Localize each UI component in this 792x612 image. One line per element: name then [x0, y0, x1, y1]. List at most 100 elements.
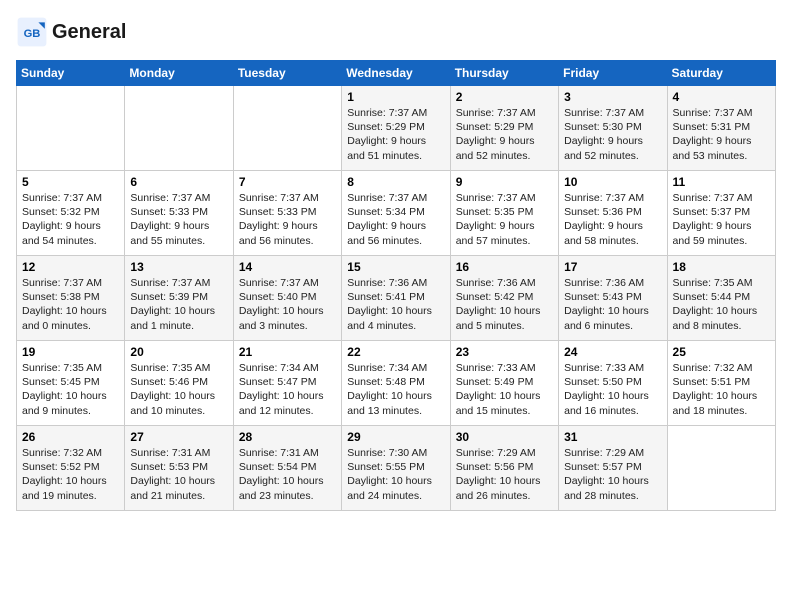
day-cell: 6Sunrise: 7:37 AM Sunset: 5:33 PM Daylig…: [125, 171, 233, 256]
day-number: 2: [456, 90, 553, 104]
day-number: 5: [22, 175, 119, 189]
day-number: 12: [22, 260, 119, 274]
day-info: Sunrise: 7:35 AM Sunset: 5:45 PM Dayligh…: [22, 361, 119, 418]
day-cell: 26 Sunrise: 7:32 AM Sunset: 5:52 PM Dayli…: [17, 426, 125, 511]
day-info: Sunrise: 7:35 AM Sunset: 5:44 PM Dayligh…: [673, 276, 770, 333]
week-row-1: 1 Sunrise: 7:37 AM Sunset: 5:29 PM Daylig…: [17, 86, 776, 171]
day-number: 16: [456, 260, 553, 274]
weekday-thursday: Thursday: [450, 61, 558, 86]
day-info: Sunrise: 7:32 AM Sunset: 5:52 PM Dayligh…: [22, 446, 119, 503]
day-cell: 13 Sunrise: 7:37 AM Sunset: 5:39 PM Dayli…: [125, 256, 233, 341]
weekday-friday: Friday: [559, 61, 667, 86]
day-cell: 10 Sunrise: 7:37 AM Sunset: 5:36 PM Dayli…: [559, 171, 667, 256]
calendar-body: 1 Sunrise: 7:37 AM Sunset: 5:29 PM Daylig…: [17, 86, 776, 511]
day-info: Sunrise: 7:37 AM Sunset: 5:39 PM Dayligh…: [130, 276, 227, 333]
day-info: Sunrise: 7:34 AM Sunset: 5:48 PM Dayligh…: [347, 361, 444, 418]
day-info: Sunrise: 7:29 AM Sunset: 5:57 PM Dayligh…: [564, 446, 661, 503]
day-cell: 5 Sunrise: 7:37 AM Sunset: 5:32 PM Daylig…: [17, 171, 125, 256]
day-number: 24: [564, 345, 661, 359]
day-info: Sunrise: 7:37 AM Sunset: 5:33 PM Dayligh…: [239, 191, 336, 248]
day-cell: 3Sunrise: 7:37 AM Sunset: 5:30 PM Daylig…: [559, 86, 667, 171]
day-number: 7: [239, 175, 336, 189]
day-cell: 27 Sunrise: 7:31 AM Sunset: 5:53 PM Dayli…: [125, 426, 233, 511]
day-cell: [125, 86, 233, 171]
day-cell: 30 Sunrise: 7:29 AM Sunset: 5:56 PM Dayli…: [450, 426, 558, 511]
day-number: 31: [564, 430, 661, 444]
day-number: 15: [347, 260, 444, 274]
day-number: 18: [673, 260, 770, 274]
day-number: 25: [673, 345, 770, 359]
day-cell: 8 Sunrise: 7:37 AM Sunset: 5:34 PM Daylig…: [342, 171, 450, 256]
day-info: Sunrise: 7:37 AM Sunset: 5:29 PM Dayligh…: [347, 106, 444, 163]
day-number: 26: [22, 430, 119, 444]
day-number: 8: [347, 175, 444, 189]
logo: GB General: [16, 16, 126, 48]
calendar-table: SundayMondayTuesdayWednesdayThursdayFrid…: [16, 60, 776, 511]
day-number: 14: [239, 260, 336, 274]
day-number: 10: [564, 175, 661, 189]
day-cell: 11 Sunrise: 7:37 AM Sunset: 5:37 PM Dayli…: [667, 171, 775, 256]
day-cell: [667, 426, 775, 511]
day-cell: [233, 86, 341, 171]
day-info: Sunrise: 7:37 AM Sunset: 5:32 PM Dayligh…: [22, 191, 119, 248]
day-info: Sunrise: 7:35 AM Sunset: 5:46 PM Dayligh…: [130, 361, 227, 418]
day-number: 19: [22, 345, 119, 359]
day-info: Sunrise: 7:32 AM Sunset: 5:51 PM Dayligh…: [673, 361, 770, 418]
day-number: 20: [130, 345, 227, 359]
day-cell: 9 Sunrise: 7:37 AM Sunset: 5:35 PM Daylig…: [450, 171, 558, 256]
day-info: Sunrise: 7:37 AM Sunset: 5:34 PM Dayligh…: [347, 191, 444, 248]
weekday-saturday: Saturday: [667, 61, 775, 86]
day-cell: 7 Sunrise: 7:37 AM Sunset: 5:33 PM Daylig…: [233, 171, 341, 256]
day-cell: 4 Sunrise: 7:37 AM Sunset: 5:31 PM Daylig…: [667, 86, 775, 171]
day-number: 28: [239, 430, 336, 444]
weekday-header-row: SundayMondayTuesdayWednesdayThursdayFrid…: [17, 61, 776, 86]
page-header: GB General: [16, 16, 776, 48]
day-info: Sunrise: 7:29 AM Sunset: 5:56 PM Dayligh…: [456, 446, 553, 503]
day-info: Sunrise: 7:36 AM Sunset: 5:43 PM Dayligh…: [564, 276, 661, 333]
day-info: Sunrise: 7:37 AM Sunset: 5:35 PM Dayligh…: [456, 191, 553, 248]
day-info: Sunrise: 7:31 AM Sunset: 5:54 PM Dayligh…: [239, 446, 336, 503]
day-info: Sunrise: 7:37 AM Sunset: 5:40 PM Dayligh…: [239, 276, 336, 333]
day-number: 23: [456, 345, 553, 359]
day-info: Sunrise: 7:37 AM Sunset: 5:37 PM Dayligh…: [673, 191, 770, 248]
day-cell: 21Sunrise: 7:34 AM Sunset: 5:47 PM Dayli…: [233, 341, 341, 426]
day-number: 30: [456, 430, 553, 444]
day-number: 1: [347, 90, 444, 104]
day-cell: 1 Sunrise: 7:37 AM Sunset: 5:29 PM Daylig…: [342, 86, 450, 171]
day-cell: 2 Sunrise: 7:37 AM Sunset: 5:29 PM Daylig…: [450, 86, 558, 171]
day-number: 13: [130, 260, 227, 274]
day-cell: 29 Sunrise: 7:30 AM Sunset: 5:55 PM Dayli…: [342, 426, 450, 511]
day-info: Sunrise: 7:30 AM Sunset: 5:55 PM Dayligh…: [347, 446, 444, 503]
day-cell: 18 Sunrise: 7:35 AM Sunset: 5:44 PM Dayli…: [667, 256, 775, 341]
day-cell: 16 Sunrise: 7:36 AM Sunset: 5:42 PM Dayli…: [450, 256, 558, 341]
day-cell: 17 Sunrise: 7:36 AM Sunset: 5:43 PM Dayli…: [559, 256, 667, 341]
day-number: 17: [564, 260, 661, 274]
day-cell: 25 Sunrise: 7:32 AM Sunset: 5:51 PM Dayli…: [667, 341, 775, 426]
day-number: 9: [456, 175, 553, 189]
day-info: Sunrise: 7:37 AM Sunset: 5:31 PM Dayligh…: [673, 106, 770, 163]
day-info: Sunrise: 7:34 AM Sunset: 5:47 PM Dayligh…: [239, 361, 336, 418]
day-info: Sunrise: 7:31 AM Sunset: 5:53 PM Dayligh…: [130, 446, 227, 503]
day-cell: [17, 86, 125, 171]
weekday-monday: Monday: [125, 61, 233, 86]
day-number: 11: [673, 175, 770, 189]
day-info: Sunrise: 7:37 AM Sunset: 5:29 PM Dayligh…: [456, 106, 553, 163]
day-number: 29: [347, 430, 444, 444]
day-info: Sunrise: 7:37 AM Sunset: 5:38 PM Dayligh…: [22, 276, 119, 333]
day-info: Sunrise: 7:36 AM Sunset: 5:42 PM Dayligh…: [456, 276, 553, 333]
week-row-4: 19 Sunrise: 7:35 AM Sunset: 5:45 PM Dayli…: [17, 341, 776, 426]
weekday-wednesday: Wednesday: [342, 61, 450, 86]
week-row-3: 12 Sunrise: 7:37 AM Sunset: 5:38 PM Dayli…: [17, 256, 776, 341]
logo-icon: GB: [16, 16, 48, 48]
day-cell: 19 Sunrise: 7:35 AM Sunset: 5:45 PM Dayli…: [17, 341, 125, 426]
svg-text:GB: GB: [24, 28, 41, 40]
day-info: Sunrise: 7:36 AM Sunset: 5:41 PM Dayligh…: [347, 276, 444, 333]
day-number: 27: [130, 430, 227, 444]
day-cell: 12 Sunrise: 7:37 AM Sunset: 5:38 PM Dayli…: [17, 256, 125, 341]
day-number: 4: [673, 90, 770, 104]
day-cell: 24Sunrise: 7:33 AM Sunset: 5:50 PM Dayli…: [559, 341, 667, 426]
day-cell: 28 Sunrise: 7:31 AM Sunset: 5:54 PM Dayli…: [233, 426, 341, 511]
day-info: Sunrise: 7:37 AM Sunset: 5:36 PM Dayligh…: [564, 191, 661, 248]
day-number: 6: [130, 175, 227, 189]
day-cell: 20 Sunrise: 7:35 AM Sunset: 5:46 PM Dayli…: [125, 341, 233, 426]
